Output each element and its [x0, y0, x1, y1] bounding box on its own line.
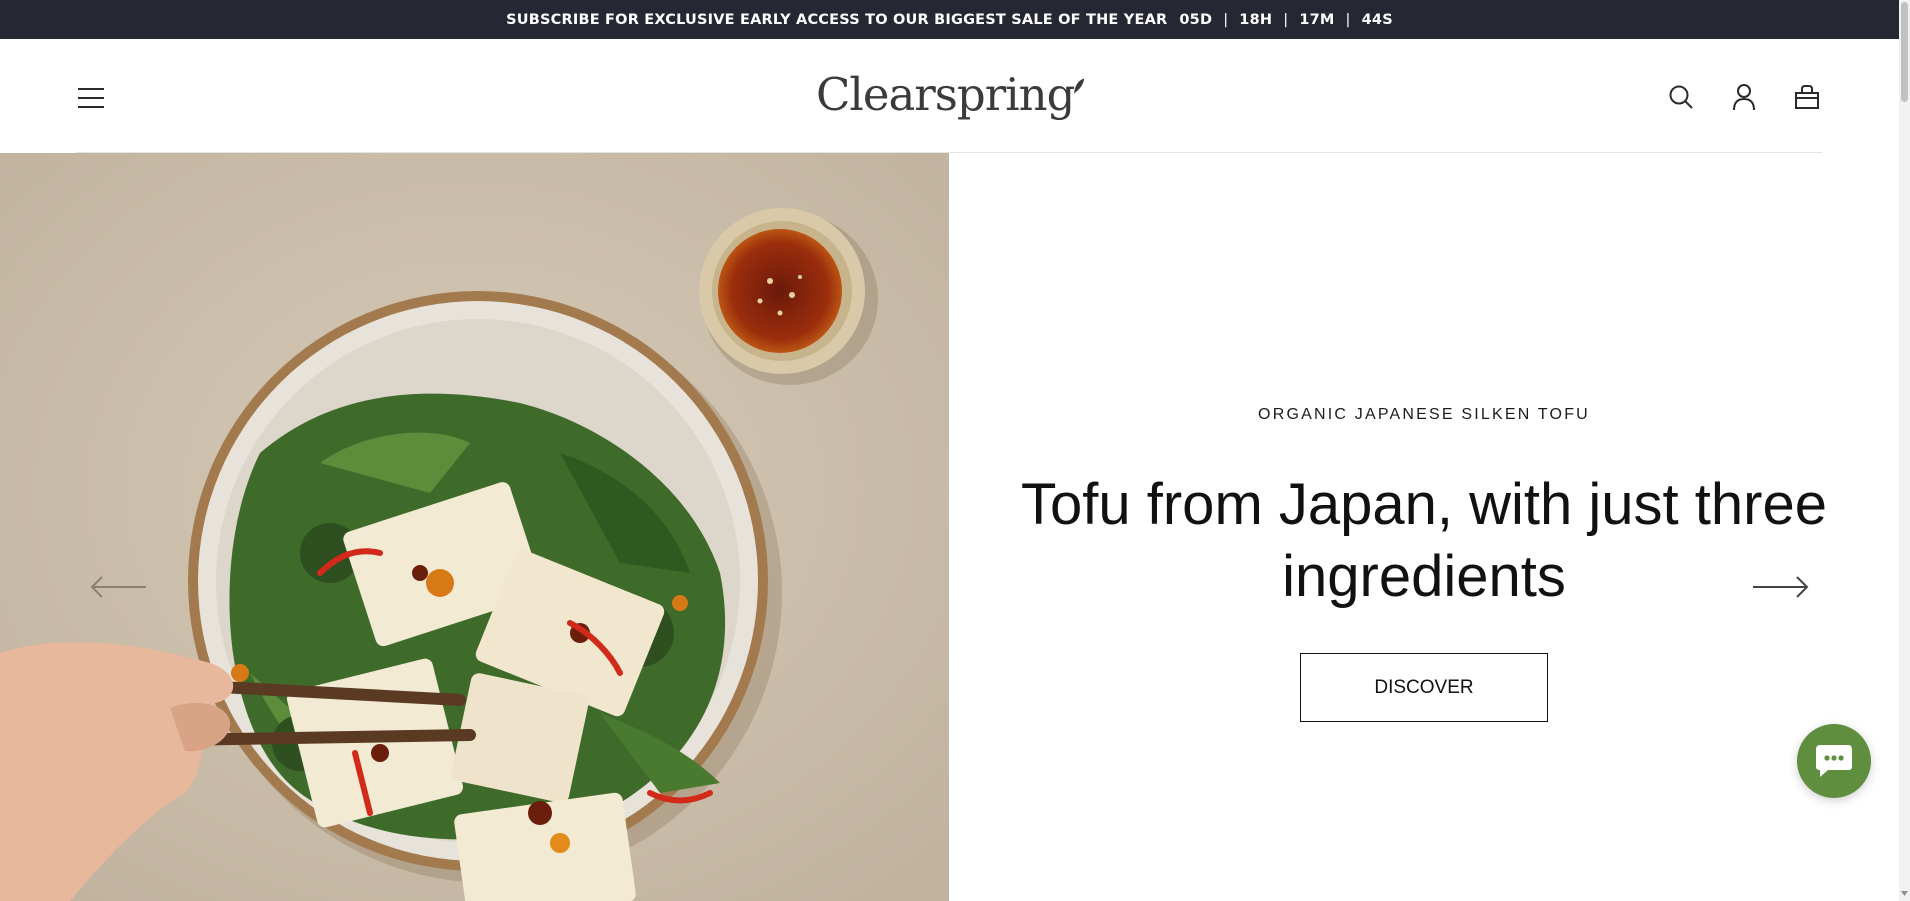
menu-button[interactable] — [74, 83, 108, 113]
search-icon — [1669, 85, 1693, 109]
leaf-icon — [1074, 78, 1085, 94]
countdown-minutes: 17M — [1299, 11, 1335, 28]
countdown-separator: | — [1283, 11, 1289, 28]
discover-button[interactable]: DISCOVER — [1300, 653, 1548, 722]
countdown-seconds: 44S — [1361, 11, 1393, 28]
chat-icon — [1816, 745, 1852, 777]
account-icon — [1733, 84, 1755, 111]
search-button[interactable] — [1666, 82, 1696, 112]
logo-text: Clearspring — [816, 67, 1075, 121]
hero-content: ORGANIC JAPANESE SILKEN TOFU Tofu from J… — [949, 153, 1899, 901]
menu-icon — [78, 88, 104, 108]
arrow-left-icon — [90, 576, 146, 598]
announcement-bar[interactable]: SUBSCRIBE FOR EXCLUSIVE EARLY ACCESS TO … — [0, 0, 1899, 39]
tofu-dish-image — [0, 153, 949, 901]
page-scrollbar[interactable] — [1899, 0, 1910, 901]
account-button[interactable] — [1729, 82, 1759, 112]
scroll-down-arrow-icon[interactable] — [1900, 889, 1909, 898]
hero-eyebrow: ORGANIC JAPANESE SILKEN TOFU — [1258, 406, 1590, 423]
bag-icon — [1795, 85, 1819, 109]
countdown-separator: | — [1223, 11, 1229, 28]
hero-image — [0, 153, 949, 901]
countdown-separator: | — [1345, 11, 1351, 28]
announcement-text: SUBSCRIBE FOR EXCLUSIVE EARLY ACCESS TO … — [506, 11, 1168, 28]
arrow-right-icon — [1753, 576, 1809, 598]
countdown-days: 05D — [1179, 11, 1213, 28]
countdown-timer: 05D | 18H | 17M | 44S — [1179, 12, 1392, 28]
cart-button[interactable] — [1792, 82, 1822, 112]
countdown-hours: 18H — [1239, 11, 1273, 28]
site-logo[interactable]: Clearspring — [816, 64, 1086, 124]
slider-prev-button[interactable] — [88, 572, 148, 602]
scrollbar-thumb[interactable] — [1901, 2, 1908, 102]
hero-headline: Tofu from Japan, with just three ingredi… — [1021, 472, 1827, 609]
slider-next-button[interactable] — [1751, 572, 1811, 602]
chat-button[interactable] — [1797, 724, 1871, 798]
